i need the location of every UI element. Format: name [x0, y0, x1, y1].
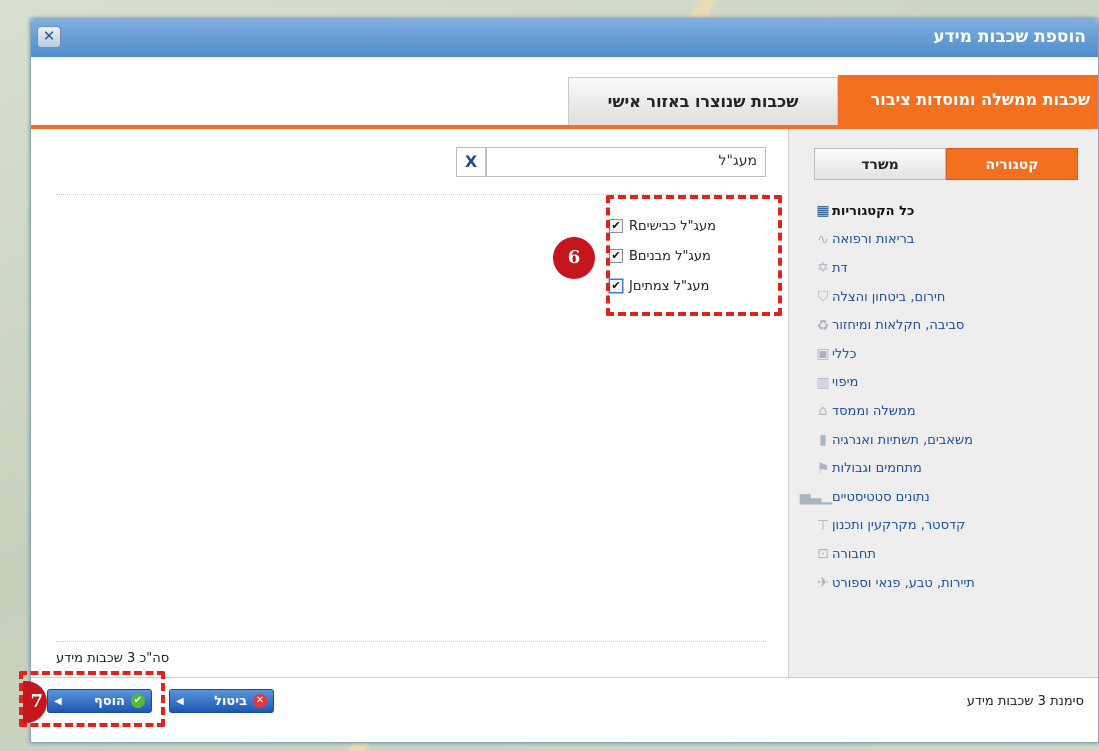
search-input[interactable]: מעג"ל	[486, 147, 766, 177]
category-label: חירום, ביטחון והצלה	[832, 289, 946, 305]
segment-category[interactable]: קטגוריה	[946, 148, 1078, 180]
category-label: סביבה, חקלאות ומיחזור	[832, 318, 965, 334]
close-button[interactable]: ✕	[37, 26, 61, 48]
image-icon: ▣	[816, 346, 830, 363]
shield-icon: ⛉	[817, 289, 829, 306]
category-item-statistics[interactable]: ▁▃▅ נתונים סטטיסטיים	[799, 483, 1082, 512]
add-layers-dialog: הוספת שכבות מידע ✕ שכבות ממשלה ומוסדות צ…	[19, 18, 1099, 743]
star-of-david-icon: ✡	[817, 260, 829, 277]
category-item-mapping[interactable]: ▥ מיפוי	[802, 369, 1082, 398]
ruler-icon: ⊤	[816, 517, 830, 534]
category-label: מתחמים וגבולות	[832, 461, 922, 477]
category-label: תחבורה	[832, 546, 876, 562]
category-item-emergency[interactable]: ⛉ חירום, ביטחון והצלה	[802, 283, 1082, 312]
chart-icon: ▁▃▅	[799, 489, 832, 506]
category-label: מיפוי	[832, 375, 859, 391]
tab-government-layers[interactable]: שכבות ממשלה ומוסדות ציבור	[838, 75, 1098, 125]
heartbeat-icon: ∿	[817, 231, 829, 248]
total-layers-text: סה"כ 3 שכבות מידע	[56, 651, 170, 666]
category-item-all[interactable]: ▦ כל הקטגוריות	[802, 197, 1082, 226]
dialog-titlebar: הוספת שכבות מידע ✕	[31, 19, 1098, 57]
category-label: תיירות, טבע, פנאי וספורט	[832, 575, 975, 591]
category-label: קדסטר, מקרקעין ותכנון	[832, 518, 966, 534]
category-item-environment[interactable]: ♻ סביבה, חקלאות ומיחזור	[802, 311, 1082, 340]
divider	[56, 641, 766, 642]
category-label: כל הקטגוריות	[832, 203, 915, 219]
annotation-marker-6: 6	[553, 237, 595, 279]
annotation-box-layers	[606, 195, 782, 316]
flag-icon: ⚑	[816, 460, 830, 477]
category-label: נתונים סטטיסטיים	[832, 489, 930, 505]
category-item-government[interactable]: ⌂ ממשלה וממסד	[802, 397, 1082, 426]
cancel-button[interactable]: ✕ ביטול ◀	[169, 689, 274, 713]
footer-bar	[31, 677, 1098, 678]
category-label: משאבים, תשתיות ואנרגיה	[832, 432, 974, 448]
category-item-boundaries[interactable]: ⚑ מתחמים וגבולות	[802, 454, 1082, 483]
category-sidebar: קטגוריה משרד ▦ כל הקטגוריות ∿ בריאות ורפ…	[788, 129, 1098, 677]
category-label: דת	[832, 260, 848, 276]
category-item-cadastre[interactable]: ⊤ קדסטר, מקרקעין ותכנון	[802, 512, 1082, 541]
bus-icon: ⊡	[817, 546, 829, 563]
close-icon: ✕	[42, 27, 56, 45]
cancel-button-label: ביטול	[214, 693, 247, 709]
map-icon: ▥	[816, 374, 830, 391]
bars-icon: ▮	[819, 432, 827, 449]
grid-icon: ▦	[816, 203, 830, 220]
selected-count-text: סימנת 3 שכבות מידע	[966, 694, 1084, 709]
dialog-title: הוספת שכבות מידע	[933, 27, 1086, 47]
recycle-icon: ♻	[816, 317, 830, 334]
category-item-general[interactable]: ▣ כללי	[802, 340, 1082, 369]
building-icon: ⌂	[818, 403, 828, 420]
tab-personal-layers[interactable]: שכבות שנוצרו באזור אישי	[568, 77, 838, 125]
x-circle-icon: ✕	[253, 694, 267, 708]
arrow-left-icon: ◀	[176, 695, 184, 707]
category-item-transport[interactable]: ⊡ תחבורה	[802, 540, 1082, 569]
category-list: ▦ כל הקטגוריות ∿ בריאות ורפואה ✡ דת ⛉ חי…	[799, 197, 1082, 598]
category-label: ממשלה וממסד	[832, 403, 916, 419]
category-item-tourism[interactable]: ✈ תיירות, טבע, פנאי וספורט	[802, 569, 1082, 598]
plane-icon: ✈	[817, 575, 829, 592]
segment-office[interactable]: משרד	[814, 148, 946, 180]
category-label: כללי	[832, 346, 857, 362]
category-label: בריאות ורפואה	[832, 232, 915, 248]
category-item-health[interactable]: ∿ בריאות ורפואה	[802, 226, 1082, 255]
clear-search-button[interactable]: X	[456, 147, 486, 177]
category-item-resources[interactable]: ▮ משאבים, תשתיות ואנרגיה	[802, 426, 1082, 455]
category-item-religion[interactable]: ✡ דת	[802, 254, 1082, 283]
